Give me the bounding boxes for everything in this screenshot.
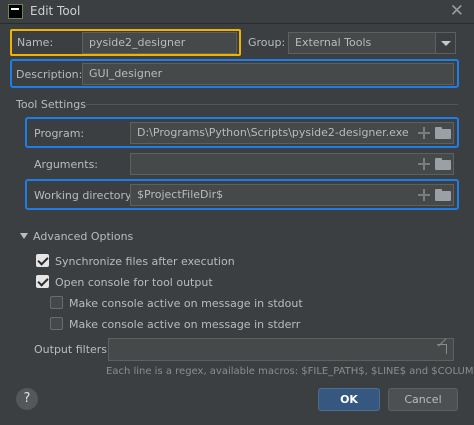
tool-settings-divider: [86, 104, 458, 105]
name-label: Name:: [17, 36, 54, 49]
working-dir-input[interactable]: $ProjectFileDir$: [130, 184, 454, 206]
group-select[interactable]: External Tools: [288, 32, 456, 54]
sync-files-checkbox[interactable]: [36, 254, 49, 267]
program-value: D:\Programs\Python\Scripts\pyside2-desig…: [137, 126, 409, 139]
pycharm-app-icon: [8, 4, 23, 19]
description-label: Description:: [16, 68, 83, 81]
arguments-input[interactable]: [130, 153, 454, 175]
stderr-active-checkbox[interactable]: [50, 317, 63, 330]
description-input[interactable]: GUI_designer: [82, 63, 454, 85]
expand-icon[interactable]: [437, 344, 447, 354]
stdout-active-label[interactable]: Make console active on message in stdout: [69, 297, 303, 310]
advanced-options-header[interactable]: Advanced Options: [33, 230, 133, 243]
name-input[interactable]: pyside2_designer: [82, 32, 237, 54]
arguments-label: Arguments:: [34, 158, 99, 171]
open-console-label[interactable]: Open console for tool output: [55, 276, 213, 289]
insert-macro-icon[interactable]: [418, 127, 430, 139]
insert-macro-icon[interactable]: [418, 189, 430, 201]
stderr-active-label[interactable]: Make console active on message in stderr: [69, 318, 300, 331]
help-button[interactable]: ?: [16, 388, 38, 410]
title-bar: Edit Tool ✕: [0, 0, 474, 24]
working-dir-value: $ProjectFileDir$: [137, 188, 224, 201]
expand-icon[interactable]: [435, 158, 451, 170]
chevron-down-icon[interactable]: [435, 33, 455, 53]
folder-icon[interactable]: [435, 127, 451, 139]
output-filters-input[interactable]: [108, 338, 454, 361]
collapse-triangle-icon[interactable]: [20, 233, 28, 239]
close-icon[interactable]: ✕: [450, 0, 464, 22]
output-filters-label: Output filters:: [34, 343, 111, 356]
open-console-checkbox[interactable]: [36, 275, 49, 288]
insert-macro-icon[interactable]: [418, 158, 430, 170]
program-input[interactable]: D:\Programs\Python\Scripts\pyside2-desig…: [130, 122, 454, 144]
output-filters-hint: Each line is a regex, available macros: …: [106, 366, 474, 377]
window-title: Edit Tool: [30, 4, 81, 18]
cancel-button[interactable]: Cancel: [388, 388, 458, 411]
sync-files-label[interactable]: Synchronize files after execution: [55, 255, 235, 268]
tool-settings-header: Tool Settings: [16, 98, 86, 111]
group-label: Group:: [248, 36, 286, 49]
ok-button[interactable]: OK: [318, 388, 380, 411]
group-select-value: External Tools: [295, 36, 372, 49]
working-dir-label: Working directory:: [34, 189, 135, 202]
folder-icon[interactable]: [435, 189, 451, 201]
stdout-active-checkbox[interactable]: [50, 296, 63, 309]
program-label: Program:: [34, 127, 85, 140]
